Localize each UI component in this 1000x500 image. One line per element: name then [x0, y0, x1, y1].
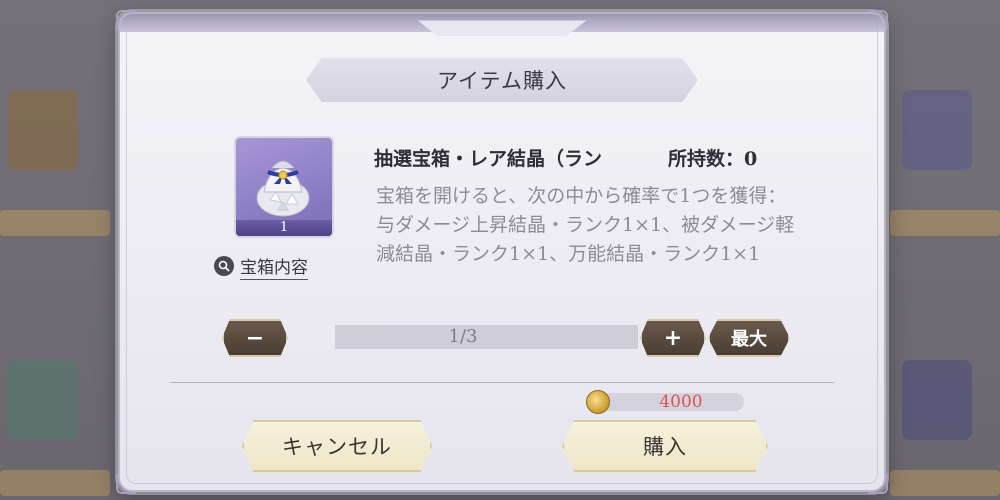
gold-coin-icon	[586, 390, 610, 414]
buy-button[interactable]: 購入	[562, 420, 768, 472]
quantity-selector: − 1/3 + 最大	[222, 316, 790, 357]
frame-corner	[868, 474, 888, 494]
increase-quantity-button[interactable]: +	[640, 319, 706, 357]
quantity-display: 1/3	[448, 326, 478, 347]
item-description: 宝箱を開けると、次の中から確率で1つを獲得：与ダメージ上昇結晶・ランク1×1、被…	[376, 185, 795, 265]
dialog-top-frame	[120, 14, 884, 32]
background-item-tile	[902, 360, 972, 440]
divider	[170, 382, 834, 383]
decrease-quantity-button[interactable]: −	[222, 319, 288, 357]
chest-contents-label: 宝箱内容	[240, 253, 308, 280]
background-item-tile	[902, 90, 972, 170]
background-strip	[890, 210, 1000, 236]
frame-corner	[116, 10, 136, 30]
price-value: 4000	[659, 392, 703, 412]
item-icon-treasure-bag[interactable]: 1	[234, 136, 334, 238]
dialog-title: アイテム購入	[437, 69, 567, 93]
item-quantity-badge: 1	[279, 220, 289, 235]
purchase-dialog: アイテム購入 1 宝箱内容 抽選宝箱・レア結晶（ラン 所持数：0 宝箱を開けると…	[116, 10, 888, 494]
item-name: 抽選宝箱・レア結晶（ラン	[374, 148, 603, 170]
background-strip	[0, 470, 110, 496]
dialog-title-bar: アイテム購入	[306, 58, 698, 102]
background-strip	[0, 210, 110, 236]
max-quantity-button[interactable]: 最大	[708, 319, 790, 357]
background-item-tile	[8, 360, 78, 440]
price-display: 4000	[586, 390, 746, 414]
chest-contents-link[interactable]: 宝箱内容	[214, 252, 308, 280]
frame-corner	[116, 474, 136, 494]
quantity-slider[interactable]: 1/3	[288, 325, 638, 349]
cancel-button[interactable]: キャンセル	[242, 420, 432, 472]
background-item-tile	[8, 90, 78, 170]
magnifier-icon	[214, 256, 234, 276]
owned-count: 所持数：0	[668, 148, 758, 170]
background-strip	[890, 470, 1000, 496]
treasure-bag-icon	[256, 160, 310, 217]
frame-corner	[868, 10, 888, 30]
